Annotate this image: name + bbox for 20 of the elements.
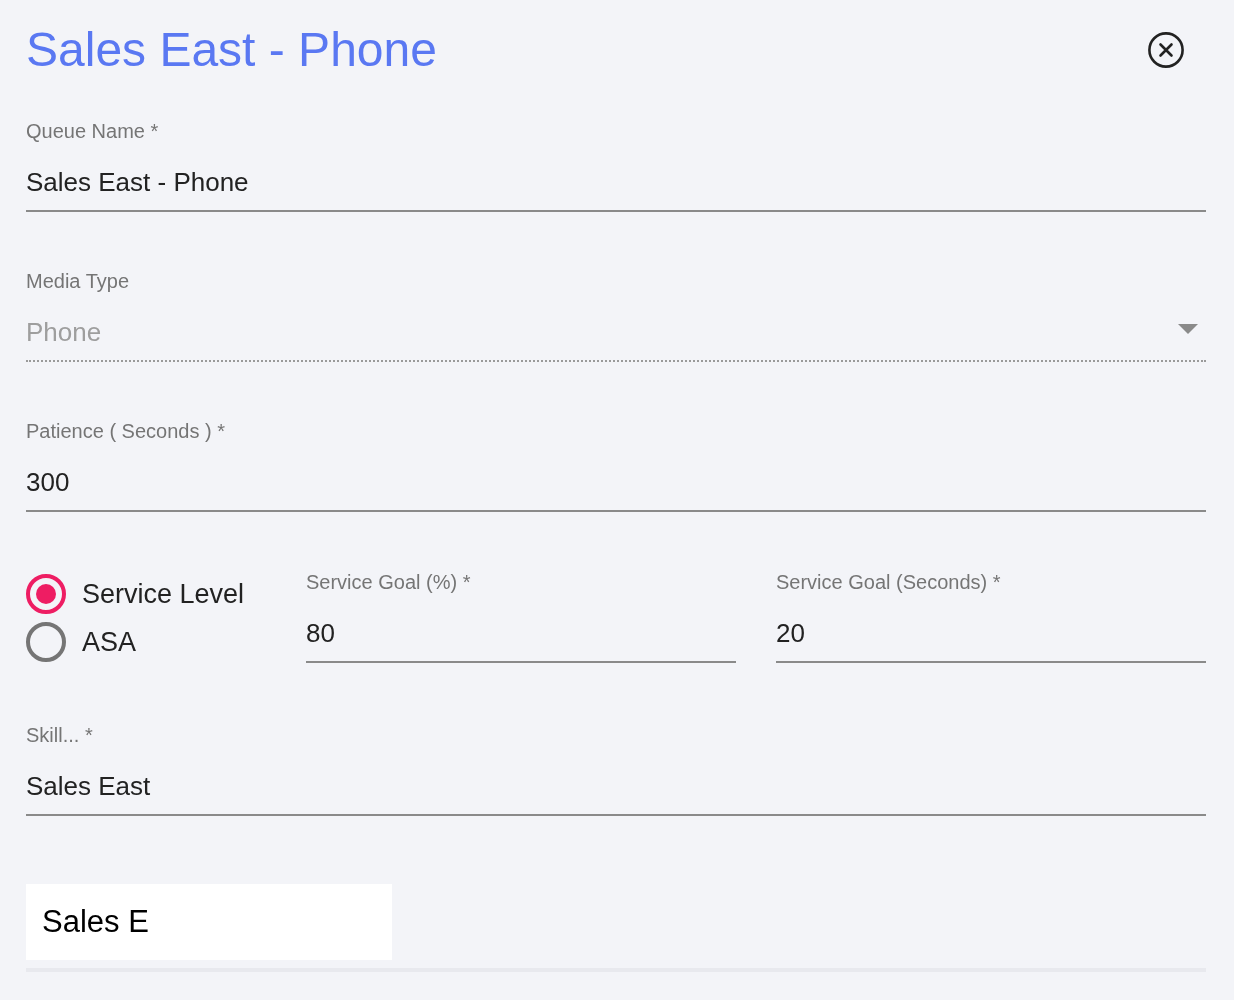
text-field[interactable]: 300 <box>26 462 1206 512</box>
close-button[interactable] <box>1148 32 1184 68</box>
field-label: Patience ( Seconds ) * <box>26 419 225 443</box>
field-label: Queue Name * <box>26 119 159 143</box>
field-label: Media Type <box>26 269 130 293</box>
close-icon <box>1148 32 1184 68</box>
radio-label[interactable]: Service Level <box>82 578 245 610</box>
radio-label[interactable]: ASA <box>82 626 137 658</box>
field-label: Service Goal (Seconds) * <box>776 570 1001 594</box>
caret-down-icon <box>1178 324 1198 334</box>
radio-button[interactable] <box>26 622 66 662</box>
radio-button[interactable] <box>26 574 66 614</box>
text-field[interactable]: Sales East <box>26 766 1206 816</box>
search-input-field[interactable]: Sales E <box>26 884 392 960</box>
field-label: Skill... * <box>26 723 93 747</box>
field-label: Service Goal (%) * <box>306 570 471 594</box>
dialog-title: Sales East - Phone <box>26 26 437 74</box>
text-field[interactable]: 80 <box>306 613 736 663</box>
text-field[interactable]: 20 <box>776 613 1206 663</box>
text-field[interactable]: Sales East - Phone <box>26 162 1206 212</box>
